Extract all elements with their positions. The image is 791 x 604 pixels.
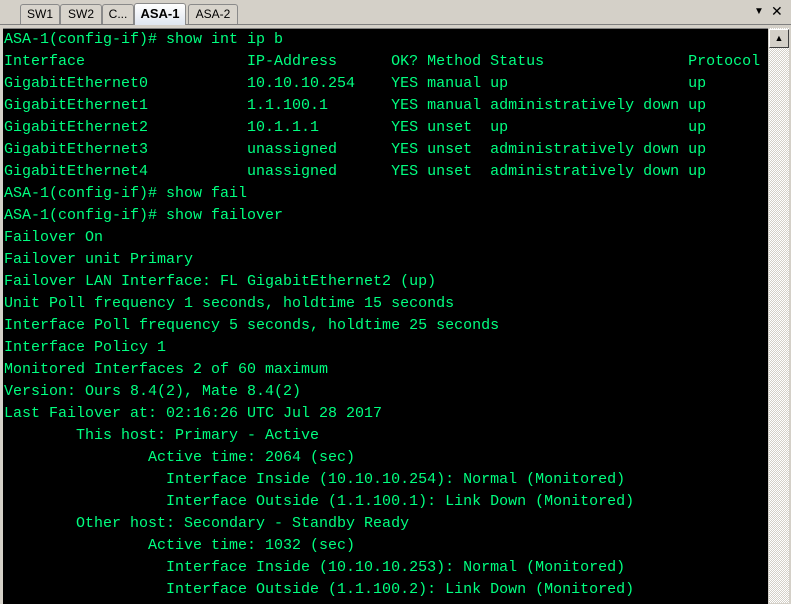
terminal-line: Active time: 1032 (sec) [4,537,356,554]
terminal-line: Interface Poll frequency 5 seconds, hold… [4,317,500,334]
tab-sw2[interactable]: SW2 [60,4,102,24]
terminal-line: Other host: Secondary - Standby Ready [4,515,410,532]
vertical-scrollbar[interactable] [769,28,789,603]
terminal-line: GigabitEthernet0 10.10.10.254 YES manual… [4,75,707,92]
terminal-line: Interface Outside (1.1.100.1): Link Down… [4,493,635,510]
scroll-up-button[interactable]: ▲ [769,29,789,48]
terminal-line: Monitored Interfaces 2 of 60 maximum [4,361,329,378]
terminal-line: ASA-1(config-if)# show fail [4,185,248,202]
terminal-line: Interface IP-Address OK? Method Status P… [4,53,761,70]
terminal-line: GigabitEthernet1 1.1.100.1 YES manual ad… [4,97,707,114]
tab-sw1[interactable]: SW1 [20,4,60,24]
terminal-line: Interface Policy 1 [4,339,167,356]
terminal-line: ASA-1(config-if)# show failover [4,207,284,224]
terminal-line: This host: Primary - Active [4,427,320,444]
tab-asa-1[interactable]: ASA-1 [134,3,186,25]
terminal-line: GigabitEthernet3 unassigned YES unset ad… [4,141,707,158]
tab-list-dropdown-icon[interactable]: ▼ [754,6,764,17]
terminal-line: GigabitEthernet2 10.1.1.1 YES unset up u… [4,119,707,136]
tab-bar: SW1 SW2 C... ASA-1 ASA-2 ▼ ✕ [0,0,791,25]
terminal-line: GigabitEthernet4 unassigned YES unset ad… [4,163,707,180]
terminal-line: Last Failover at: 02:16:26 UTC Jul 28 20… [4,405,383,422]
tab-c[interactable]: C... [102,4,134,24]
terminal-output[interactable]: ASA-1(config-if)# show int ip b Interface… [3,28,768,604]
terminal-line: Failover LAN Interface: FL GigabitEthern… [4,273,437,290]
terminal-line: Interface Inside (10.10.10.254): Normal … [4,471,626,488]
terminal-line: Active time: 2064 (sec) [4,449,356,466]
terminal-line: Unit Poll frequency 1 seconds, holdtime … [4,295,455,312]
tab-asa-2[interactable]: ASA-2 [188,4,238,24]
terminal-line: ASA-1(config-if)# show int ip b [4,31,284,48]
terminal-line: Failover unit Primary [4,251,194,268]
terminal-line: Interface Outside (1.1.100.2): Link Down… [4,581,635,598]
terminal-line: Version: Ours 8.4(2), Mate 8.4(2) [4,383,302,400]
terminal-line: Interface Inside (10.10.10.253): Normal … [4,559,626,576]
terminal-line: Failover On [4,229,104,246]
close-icon[interactable]: ✕ [771,3,783,20]
